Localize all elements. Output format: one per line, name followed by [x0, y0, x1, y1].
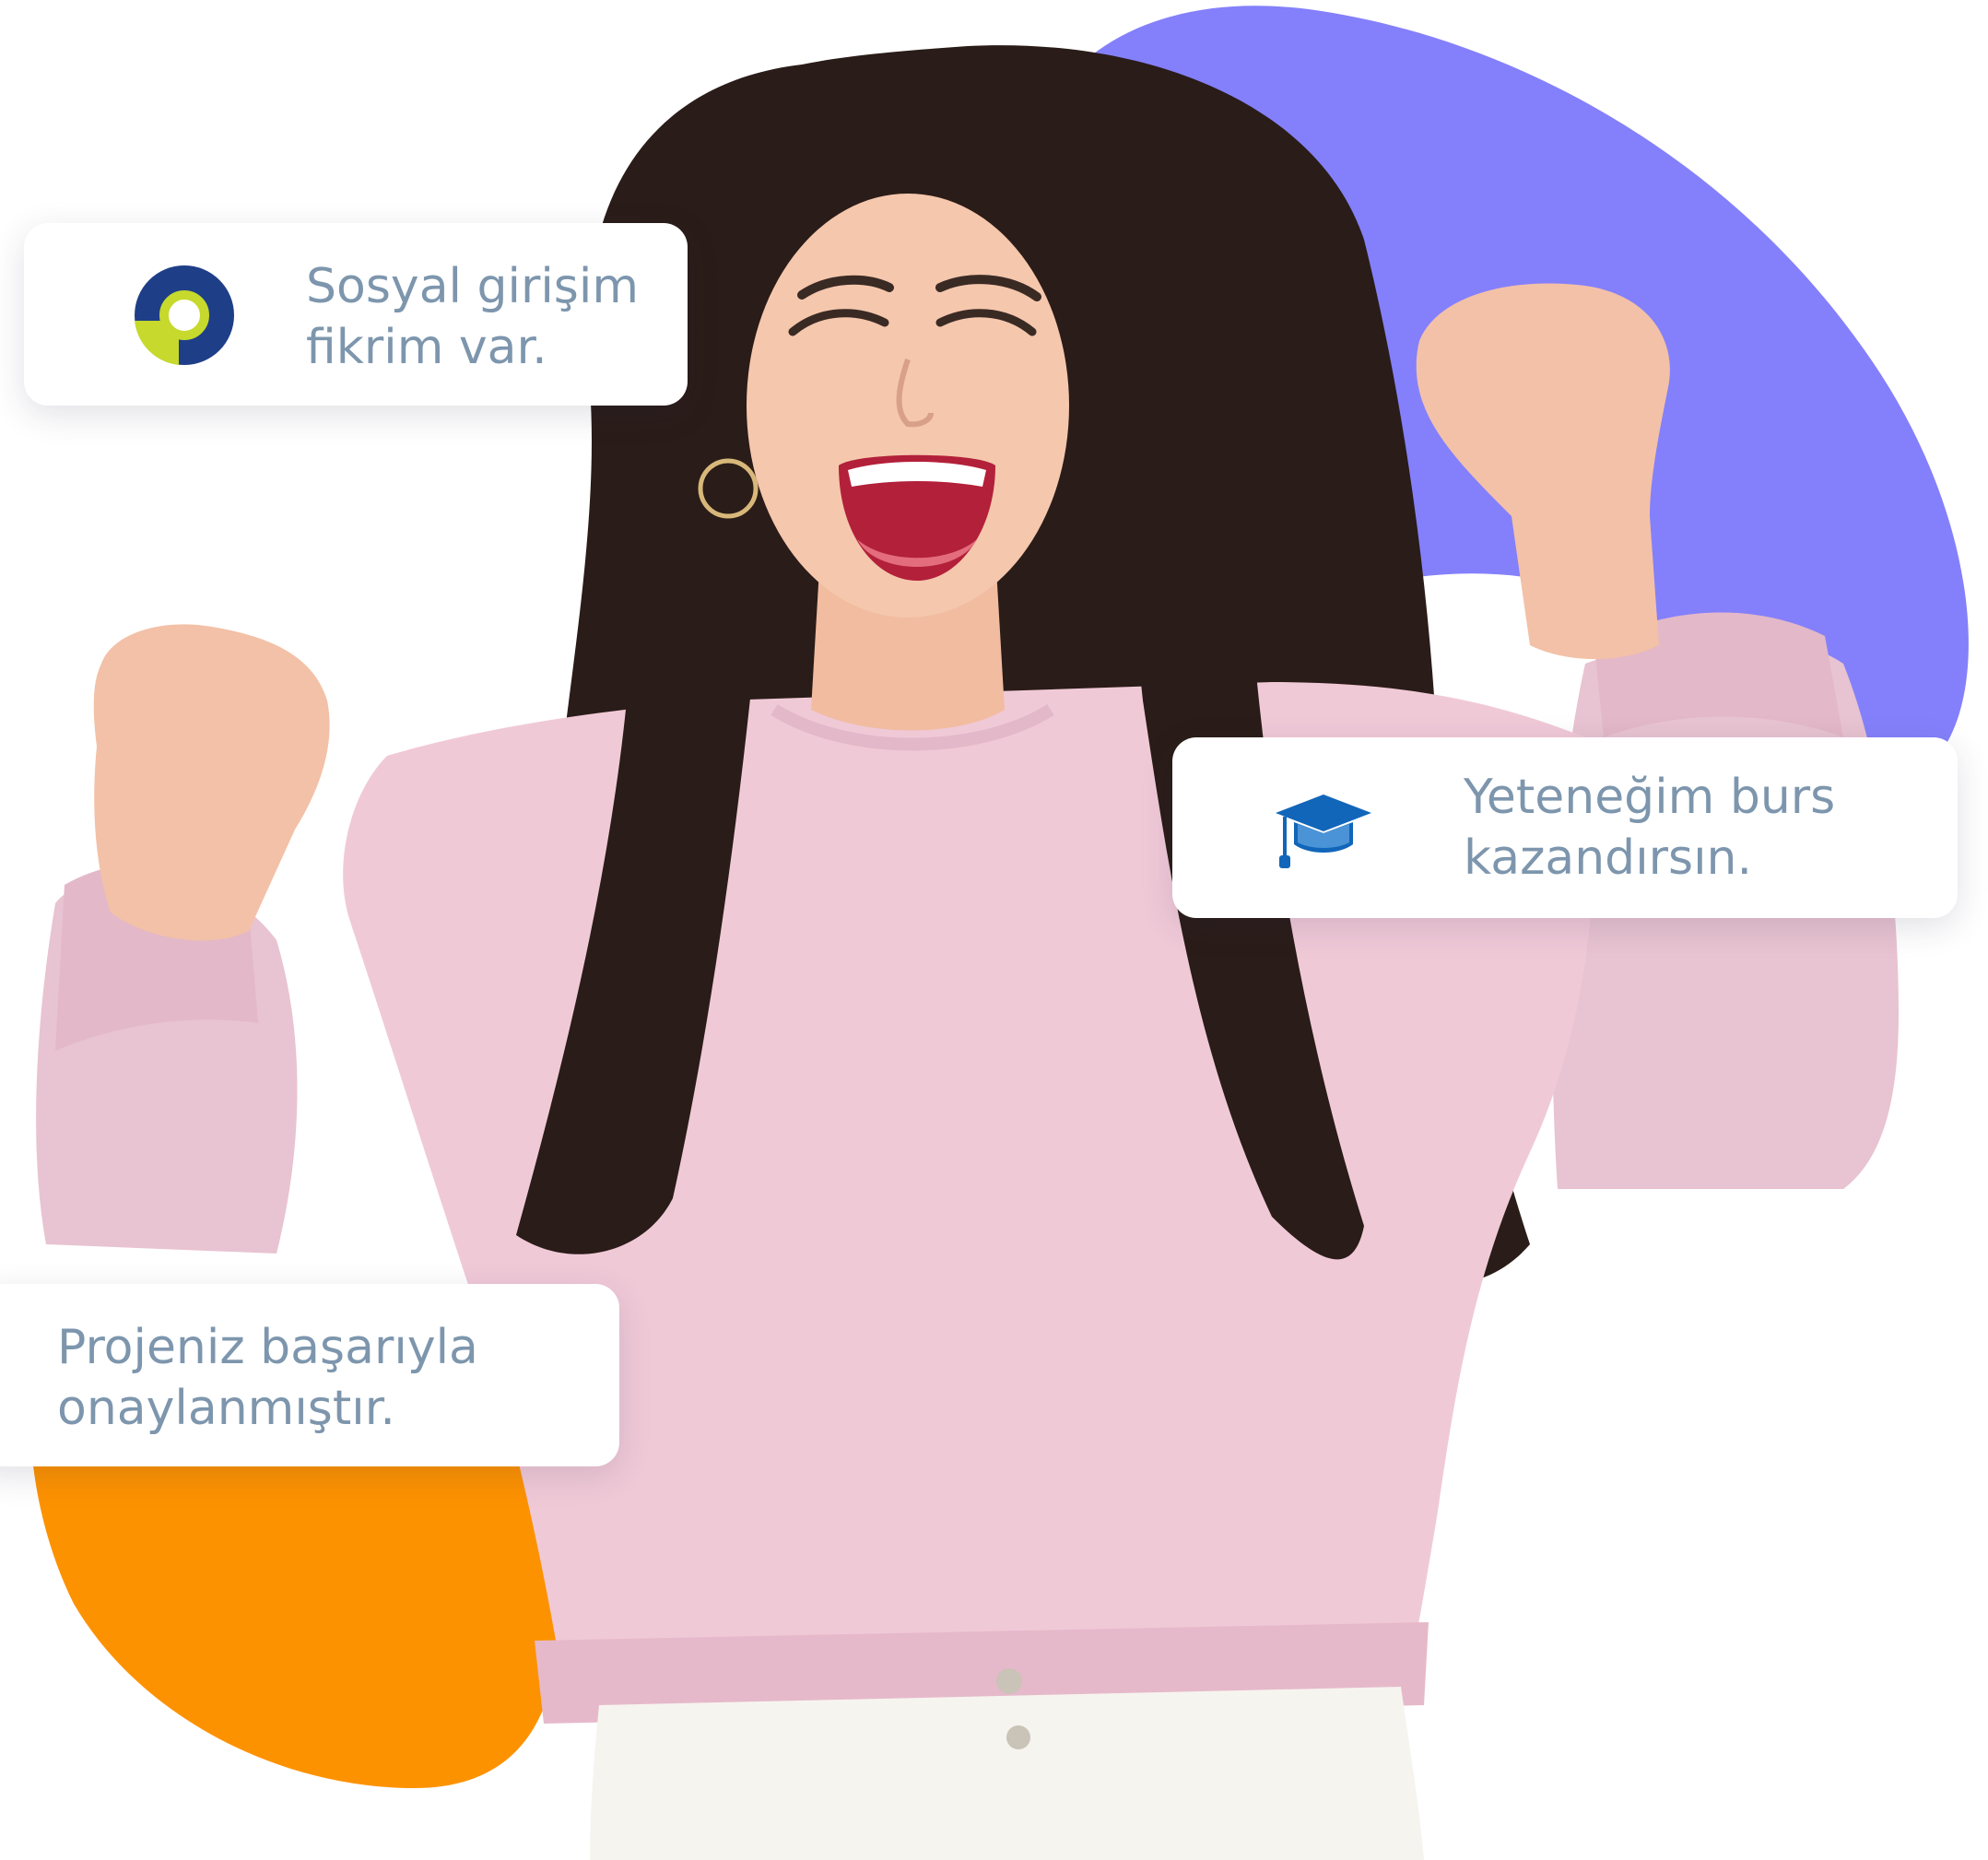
social-idea-text: Sosyal girişim fikrim var.	[306, 259, 640, 375]
right-fist	[1416, 283, 1670, 659]
project-approved-card: Projeniz başarıyla onaylanmıştır.	[0, 1284, 619, 1466]
pants	[590, 1687, 1424, 1860]
scholarship-text: Yeteneğim burs kazandırsın.	[1464, 770, 1836, 886]
social-idea-card: Sosyal girişim fikrim var.	[24, 223, 688, 406]
scholarship-card: Yeteneğim burs kazandırsın.	[1172, 737, 1958, 918]
ring-logo-icon	[133, 264, 236, 367]
graduation-cap-icon	[1272, 791, 1375, 872]
left-fist	[93, 624, 330, 941]
project-approved-text: Projeniz başarıyla onaylanmıştır.	[57, 1320, 478, 1436]
